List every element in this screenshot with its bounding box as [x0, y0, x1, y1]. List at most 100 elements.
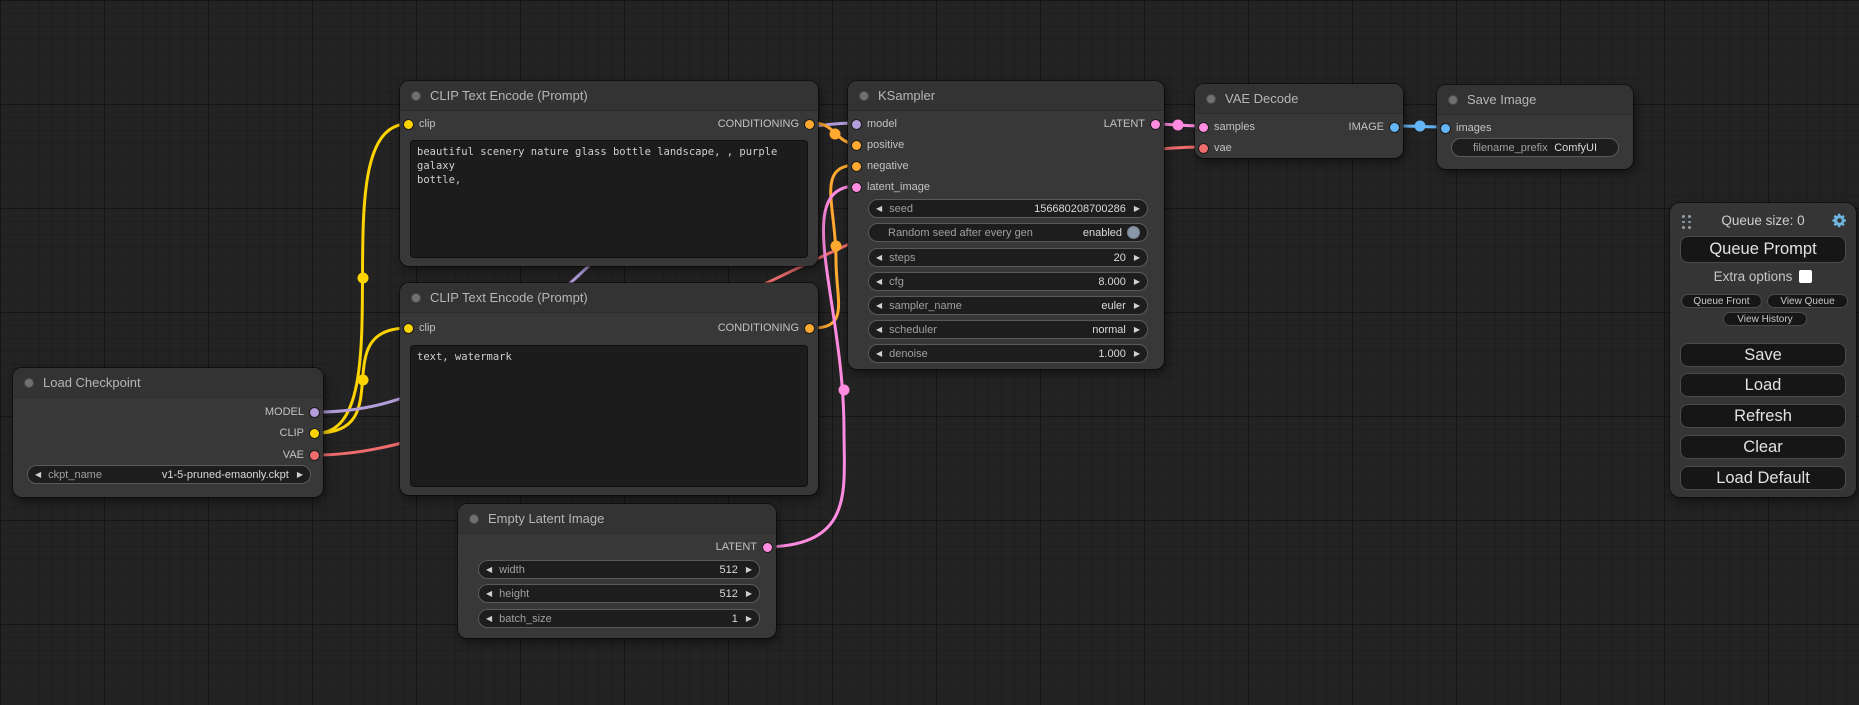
negative-input-slot[interactable] [852, 162, 861, 171]
vae-input-slot[interactable] [1199, 144, 1208, 153]
latent-output-slot[interactable] [1151, 120, 1160, 129]
node-title-bar[interactable]: Save Image [1437, 85, 1633, 115]
slot-row: positive [848, 135, 1164, 155]
link-midpoint-dot [839, 385, 850, 396]
node-title-bar[interactable]: Load Checkpoint [13, 368, 323, 398]
conditioning-output-slot[interactable] [805, 120, 814, 129]
increment-arrow-icon[interactable]: ▶ [1134, 278, 1140, 286]
queue-front-button[interactable]: Queue Front [1681, 294, 1762, 308]
node-title-bar[interactable]: KSampler [848, 81, 1164, 111]
node-clip-text-encode-negative[interactable]: CLIP Text Encode (Prompt) clip CONDITION… [400, 283, 818, 495]
toggle-dot-icon[interactable] [1127, 226, 1140, 239]
clip-input-slot[interactable] [404, 120, 413, 129]
node-save-image[interactable]: Save Image images filename_prefix ComfyU… [1437, 85, 1633, 169]
comfyui-canvas[interactable]: { "colors": { "model": "#b39ddb", "clip"… [0, 0, 1859, 705]
node-ksampler[interactable]: KSampler model LATENT positive negative … [848, 81, 1164, 369]
widget-seed[interactable]: ◀ seed 156680208700286 ▶ [868, 199, 1148, 218]
node-title-bar[interactable]: CLIP Text Encode (Prompt) [400, 283, 818, 313]
increment-arrow-icon[interactable]: ▶ [746, 590, 752, 598]
decrement-arrow-icon[interactable]: ◀ [876, 326, 882, 334]
node-title: KSampler [878, 88, 935, 103]
output-label: LATENT [716, 541, 757, 553]
load-button[interactable]: Load [1680, 373, 1846, 397]
images-input-slot[interactable] [1441, 124, 1450, 133]
widget-cfg[interactable]: ◀ cfg 8.000 ▶ [868, 272, 1148, 291]
increment-arrow-icon[interactable]: ▶ [1134, 205, 1140, 213]
widget-scheduler[interactable]: ◀ scheduler normal ▶ [868, 320, 1148, 339]
latent-output-slot[interactable] [763, 543, 772, 552]
clip-output-slot[interactable] [310, 429, 319, 438]
view-history-button[interactable]: View History [1723, 312, 1807, 326]
view-queue-button[interactable]: View Queue [1767, 294, 1848, 308]
input-label: model [867, 118, 897, 130]
conditioning-output-slot[interactable] [805, 324, 814, 333]
widget-label: filename_prefix [1473, 142, 1548, 154]
latent-image-input-slot[interactable] [852, 183, 861, 192]
collapse-dot-icon[interactable] [469, 514, 479, 524]
widget-random-seed-toggle[interactable]: Random seed after every gen enabled [868, 223, 1148, 242]
widget-width[interactable]: ◀ width 512 ▶ [478, 560, 760, 579]
queue-panel-header: Queue size: 0 [1670, 213, 1856, 231]
input-label: images [1456, 122, 1491, 134]
samples-input-slot[interactable] [1199, 123, 1208, 132]
clip-input-slot[interactable] [404, 324, 413, 333]
decrement-arrow-icon[interactable]: ◀ [876, 350, 882, 358]
decrement-arrow-icon[interactable]: ◀ [876, 254, 882, 262]
widget-denoise[interactable]: ◀ denoise 1.000 ▶ [868, 344, 1148, 363]
output-row-clip: CLIP [13, 423, 323, 443]
output-label: CLIP [280, 427, 304, 439]
widget-height[interactable]: ◀ height 512 ▶ [478, 584, 760, 603]
image-output-slot[interactable] [1390, 123, 1399, 132]
extra-options-checkbox[interactable] [1799, 270, 1812, 283]
decrement-arrow-icon[interactable]: ◀ [35, 471, 41, 479]
output-label: LATENT [1104, 118, 1145, 130]
node-load-checkpoint[interactable]: Load Checkpoint MODEL CLIP VAE ◀ ckpt_na… [13, 368, 323, 497]
refresh-button[interactable]: Refresh [1680, 404, 1846, 428]
increment-arrow-icon[interactable]: ▶ [1134, 326, 1140, 334]
model-output-slot[interactable] [310, 408, 319, 417]
input-label: samples [1214, 121, 1255, 133]
increment-arrow-icon[interactable]: ▶ [297, 471, 303, 479]
collapse-dot-icon[interactable] [411, 91, 421, 101]
decrement-arrow-icon[interactable]: ◀ [876, 278, 882, 286]
widget-batch-size[interactable]: ◀ batch_size 1 ▶ [478, 609, 760, 628]
increment-arrow-icon[interactable]: ▶ [1134, 302, 1140, 310]
node-title-bar[interactable]: VAE Decode [1195, 84, 1403, 114]
settings-gear-icon[interactable] [1831, 212, 1848, 229]
prompt-textarea[interactable]: beautiful scenery nature glass bottle la… [410, 140, 808, 258]
decrement-arrow-icon[interactable]: ◀ [876, 302, 882, 310]
save-button[interactable]: Save [1680, 343, 1846, 367]
increment-arrow-icon[interactable]: ▶ [1134, 350, 1140, 358]
increment-arrow-icon[interactable]: ▶ [746, 615, 752, 623]
widget-sampler-name[interactable]: ◀ sampler_name euler ▶ [868, 296, 1148, 315]
collapse-dot-icon[interactable] [411, 293, 421, 303]
decrement-arrow-icon[interactable]: ◀ [876, 205, 882, 213]
increment-arrow-icon[interactable]: ▶ [746, 566, 752, 574]
collapse-dot-icon[interactable] [24, 378, 34, 388]
queue-prompt-button[interactable]: Queue Prompt [1680, 236, 1846, 263]
widget-steps[interactable]: ◀ steps 20 ▶ [868, 248, 1148, 267]
extra-options-label: Extra options [1714, 269, 1793, 284]
vae-output-slot[interactable] [310, 451, 319, 460]
node-clip-text-encode-positive[interactable]: CLIP Text Encode (Prompt) clip CONDITION… [400, 81, 818, 266]
load-default-button[interactable]: Load Default [1680, 466, 1846, 490]
link-midpoint-dot [358, 273, 369, 284]
decrement-arrow-icon[interactable]: ◀ [486, 615, 492, 623]
widget-value: 20 [1114, 252, 1126, 264]
decrement-arrow-icon[interactable]: ◀ [486, 590, 492, 598]
model-input-slot[interactable] [852, 120, 861, 129]
node-empty-latent-image[interactable]: Empty Latent Image LATENT ◀ width 512 ▶ … [458, 504, 776, 638]
widget-ckpt-name[interactable]: ◀ ckpt_name v1-5-pruned-emaonly.ckpt ▶ [27, 465, 311, 484]
prompt-textarea[interactable]: text, watermark [410, 345, 808, 487]
collapse-dot-icon[interactable] [859, 91, 869, 101]
node-title-bar[interactable]: Empty Latent Image [458, 504, 776, 534]
decrement-arrow-icon[interactable]: ◀ [486, 566, 492, 574]
collapse-dot-icon[interactable] [1448, 95, 1458, 105]
clear-button[interactable]: Clear [1680, 435, 1846, 459]
collapse-dot-icon[interactable] [1206, 94, 1216, 104]
positive-input-slot[interactable] [852, 141, 861, 150]
node-title-bar[interactable]: CLIP Text Encode (Prompt) [400, 81, 818, 111]
node-vae-decode[interactable]: VAE Decode samples IMAGE vae [1195, 84, 1403, 158]
increment-arrow-icon[interactable]: ▶ [1134, 254, 1140, 262]
widget-filename-prefix[interactable]: filename_prefix ComfyUI [1451, 138, 1619, 157]
